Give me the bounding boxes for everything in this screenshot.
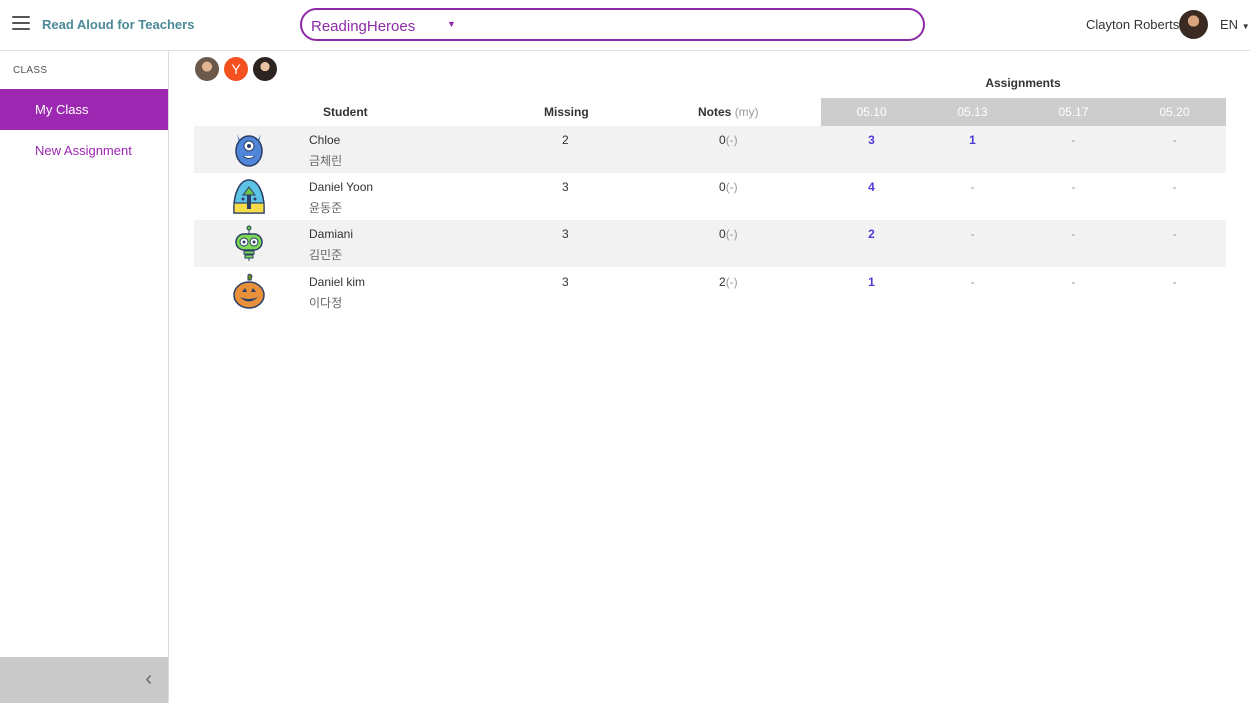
class-selector[interactable]: ReadingHeroes ▼ — [300, 8, 925, 41]
sidebar-item-new-assignment[interactable]: New Assignment — [0, 130, 168, 171]
app-title[interactable]: Read Aloud for Teachers — [42, 17, 194, 32]
notes-value: 0 — [719, 227, 726, 241]
language-label: EN — [1220, 17, 1239, 32]
sidebar-section-label: CLASS — [13, 65, 48, 76]
teacher-avatar-initial[interactable]: Y — [223, 56, 249, 82]
notes-my-value: (-) — [725, 275, 738, 289]
assignment-dates-bar: 05.10 05.13 05.17 05.20 — [821, 98, 1226, 126]
assignment-score[interactable]: 1 — [922, 133, 1023, 147]
assignment-date-header[interactable]: 05.10 — [821, 105, 922, 119]
table-row[interactable]: Damiani 김민준 3 0(-) 2 - - - — [194, 220, 1226, 267]
notes-count: 2(-) — [719, 275, 738, 289]
assignment-score: - — [1172, 133, 1177, 147]
egg-alien-icon — [233, 179, 265, 214]
notes-count: 0(-) — [719, 227, 738, 241]
table-row[interactable]: Daniel kim 이다정 3 2(-) 1 - - - — [194, 268, 1226, 315]
assignment-date-header[interactable]: 05.20 — [1124, 105, 1225, 119]
notes-my-label: (my) — [734, 105, 759, 119]
pumpkin-icon — [233, 273, 265, 309]
hamburger-menu-icon[interactable] — [12, 16, 30, 32]
class-selector-value: ReadingHeroes — [311, 18, 416, 35]
assignment-score: - — [1172, 275, 1177, 289]
notes-my-value: (-) — [725, 180, 738, 194]
notes-value: 0 — [719, 180, 726, 194]
language-caret-icon: ▼ — [1241, 22, 1250, 31]
assignment-score: - — [1071, 227, 1076, 241]
student-name[interactable]: Daniel Yoon — [309, 180, 373, 194]
assignment-score[interactable]: 4 — [821, 180, 922, 194]
notes-my-value: (-) — [725, 227, 738, 241]
missing-count: 3 — [562, 227, 569, 241]
sidebar: CLASS My Class New Assignment ‹ — [0, 51, 169, 703]
missing-count: 3 — [562, 180, 569, 194]
assignments-title: Assignments — [985, 76, 1061, 90]
missing-count: 3 — [562, 275, 569, 289]
assignment-score: - — [970, 275, 975, 289]
missing-count: 2 — [562, 133, 569, 147]
column-header-student: Student — [323, 105, 368, 119]
student-name[interactable]: Damiani — [309, 227, 353, 241]
table-row[interactable]: Daniel Yoon 윤동준 3 0(-) 4 - - - — [194, 173, 1226, 220]
student-korean-name: 윤동준 — [309, 201, 343, 215]
student-korean-name: 이다정 — [309, 296, 343, 310]
teacher-avatar[interactable] — [194, 56, 220, 82]
notes-count: 0(-) — [719, 133, 738, 147]
green-robot-icon — [235, 225, 263, 261]
assignment-score: - — [970, 180, 975, 194]
top-bar: Read Aloud for Teachers ReadingHeroes ▼ … — [0, 0, 1250, 51]
assignment-score: - — [1172, 227, 1177, 241]
assignment-score[interactable]: 3 — [821, 133, 922, 147]
blue-monster-icon — [235, 134, 263, 167]
notes-label: Notes — [698, 105, 732, 119]
assignment-score: - — [1071, 275, 1076, 289]
teacher-avatar[interactable] — [252, 56, 278, 82]
notes-count: 0(-) — [719, 180, 738, 194]
assignment-score: - — [1071, 133, 1076, 147]
dropdown-caret-icon: ▼ — [447, 19, 456, 29]
notes-value: 2 — [719, 275, 726, 289]
assignment-score: - — [1071, 180, 1076, 194]
notes-my-value: (-) — [725, 133, 738, 147]
student-korean-name: 김민준 — [309, 248, 343, 262]
notes-value: 0 — [719, 133, 726, 147]
table-header: Student Missing Notes (my) 05.10 05.13 0… — [194, 98, 1226, 126]
assignment-score[interactable]: 2 — [821, 227, 922, 241]
chevron-left-icon: ‹ — [145, 668, 152, 690]
user-avatar[interactable] — [1179, 10, 1208, 39]
assignment-date-header[interactable]: 05.13 — [922, 105, 1023, 119]
student-korean-name: 금체린 — [309, 154, 343, 168]
assignment-score: - — [970, 227, 975, 241]
student-name[interactable]: Chloe — [309, 133, 340, 147]
sidebar-collapse-button[interactable]: ‹ — [0, 657, 168, 703]
table-row[interactable]: Chloe 금체린 2 0(-) 3 1 - - — [194, 126, 1226, 173]
column-header-missing: Missing — [544, 105, 589, 119]
user-name[interactable]: Clayton Roberts — [1086, 17, 1179, 32]
language-selector[interactable]: EN ▼ — [1220, 17, 1250, 32]
assignment-date-header[interactable]: 05.17 — [1023, 105, 1124, 119]
column-header-notes: Notes (my) — [698, 105, 759, 119]
student-name[interactable]: Daniel kim — [309, 275, 365, 289]
assignment-score: - — [1172, 180, 1177, 194]
assignment-score[interactable]: 1 — [821, 275, 922, 289]
sidebar-item-my-class[interactable]: My Class — [0, 89, 168, 130]
